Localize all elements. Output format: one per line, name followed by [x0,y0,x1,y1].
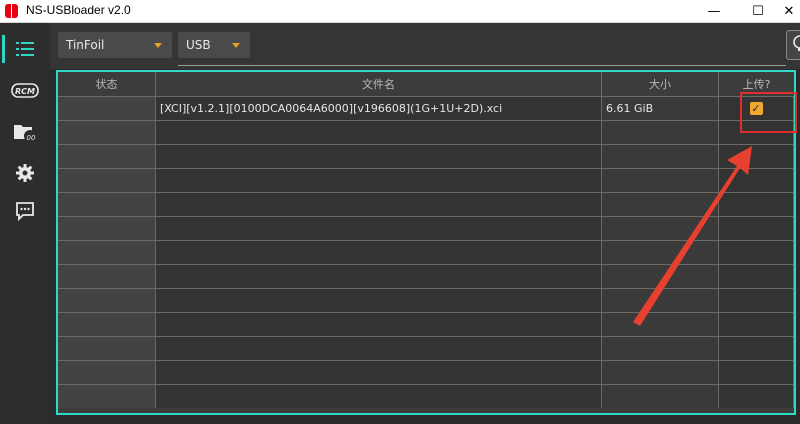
protocol-value: TinFoil [66,38,105,52]
table-row [58,240,794,264]
mode-dropdown[interactable]: USB [178,32,250,58]
chat-icon [16,202,34,221]
sidebar-item-log[interactable] [0,195,50,227]
chevron-down-icon [154,42,162,48]
filename-cell: [XCI][v1.2.1][0100DCA0064A6000][v196608]… [156,97,602,120]
table-row [58,384,794,408]
table-row [58,192,794,216]
table-row [58,264,794,288]
title-bar: NS-USBloader v2.0 — ☐ ✕ [0,0,800,23]
maximize-button[interactable]: ☐ [736,0,780,22]
app-icon [5,4,19,18]
rcm-label: RCM [15,87,35,96]
list-icon [16,42,34,56]
sidebar-item-settings[interactable] [0,157,50,189]
select-file-button[interactable] [786,30,800,60]
close-button[interactable]: ✕ [778,0,800,22]
table-row [58,360,794,384]
gear-icon [16,164,34,182]
sidebar-item-list[interactable] [0,33,50,65]
bulb-icon [793,35,800,51]
column-header-status[interactable]: 状态 [58,72,156,96]
table-row [58,312,794,336]
mode-value: USB [186,38,211,52]
window-title: NS-USBloader v2.0 [26,3,131,17]
status-cell [58,97,156,120]
column-header-size[interactable]: 大小 [602,72,719,96]
table-row [58,288,794,312]
toolbar: TinFoil USB [50,23,800,69]
column-header-filename[interactable]: 文件名 [156,72,602,96]
file-table: 状态 文件名 大小 上传? [XCI][v1.2.1][0100DCA0064A… [56,70,796,415]
folder-transfer-icon: 00 [14,125,36,142]
protocol-dropdown[interactable]: TinFoil [58,32,172,58]
rcm-icon: RCM [11,83,39,98]
chevron-down-icon [232,42,240,48]
size-cell: 6.61 GiB [602,97,719,120]
sidebar-item-transfer[interactable]: 00 [0,116,50,148]
table-row [58,120,794,144]
sidebar: RCM 00 [0,23,50,424]
minimize-button[interactable]: — [692,0,736,22]
field-underline [178,65,786,66]
transfer-label: 00 [27,134,36,142]
highlight-box [740,92,797,133]
table-header: 状态 文件名 大小 上传? [58,72,794,96]
table-row [58,144,794,168]
table-row[interactable]: [XCI][v1.2.1][0100DCA0064A6000][v196608]… [58,96,794,120]
table-row [58,168,794,192]
sidebar-item-rcm[interactable]: RCM [0,75,50,107]
table-row [58,216,794,240]
table-row [58,336,794,360]
